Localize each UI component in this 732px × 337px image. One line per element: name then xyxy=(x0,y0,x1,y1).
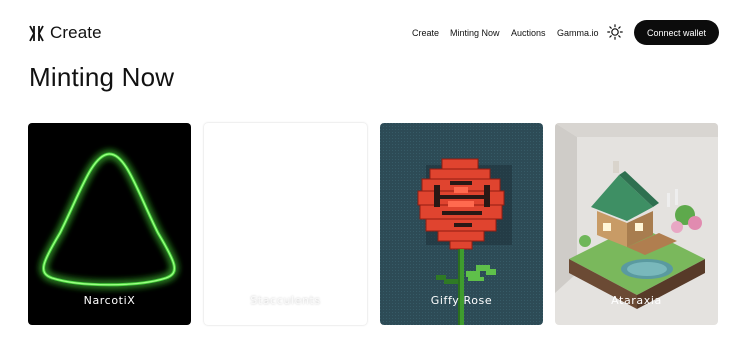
create-logo-icon xyxy=(29,25,44,41)
sun-icon[interactable] xyxy=(607,24,623,40)
nav-link-create[interactable]: Create xyxy=(412,28,439,38)
collection-card-ataraxia[interactable]: Ataraxia xyxy=(555,123,718,325)
collection-card-stacculents[interactable]: Stacculents xyxy=(204,123,367,325)
brand-logo[interactable]: Create xyxy=(29,20,102,46)
nav-link-auctions[interactable]: Auctions xyxy=(511,28,546,38)
collection-name: Stacculents xyxy=(250,294,321,307)
nav-link-minting-now[interactable]: Minting Now xyxy=(450,28,500,38)
collection-name: NarcotiX xyxy=(83,294,136,307)
collection-name: Giffy Rose xyxy=(430,294,493,307)
top-navbar: Create Create Minting Now Auctions Gamma… xyxy=(0,0,732,66)
nav-link-gamma[interactable]: Gamma.io xyxy=(557,28,599,38)
brand-name: Create xyxy=(50,23,102,42)
collection-card-narcotix[interactable]: NarcotiX xyxy=(28,123,191,325)
connect-wallet-button[interactable]: Connect wallet xyxy=(634,20,719,45)
collection-name: Ataraxia xyxy=(611,294,662,307)
page-title: Minting Now xyxy=(29,62,175,92)
collection-card-giffy-rose[interactable]: Giffy Rose xyxy=(380,123,543,325)
